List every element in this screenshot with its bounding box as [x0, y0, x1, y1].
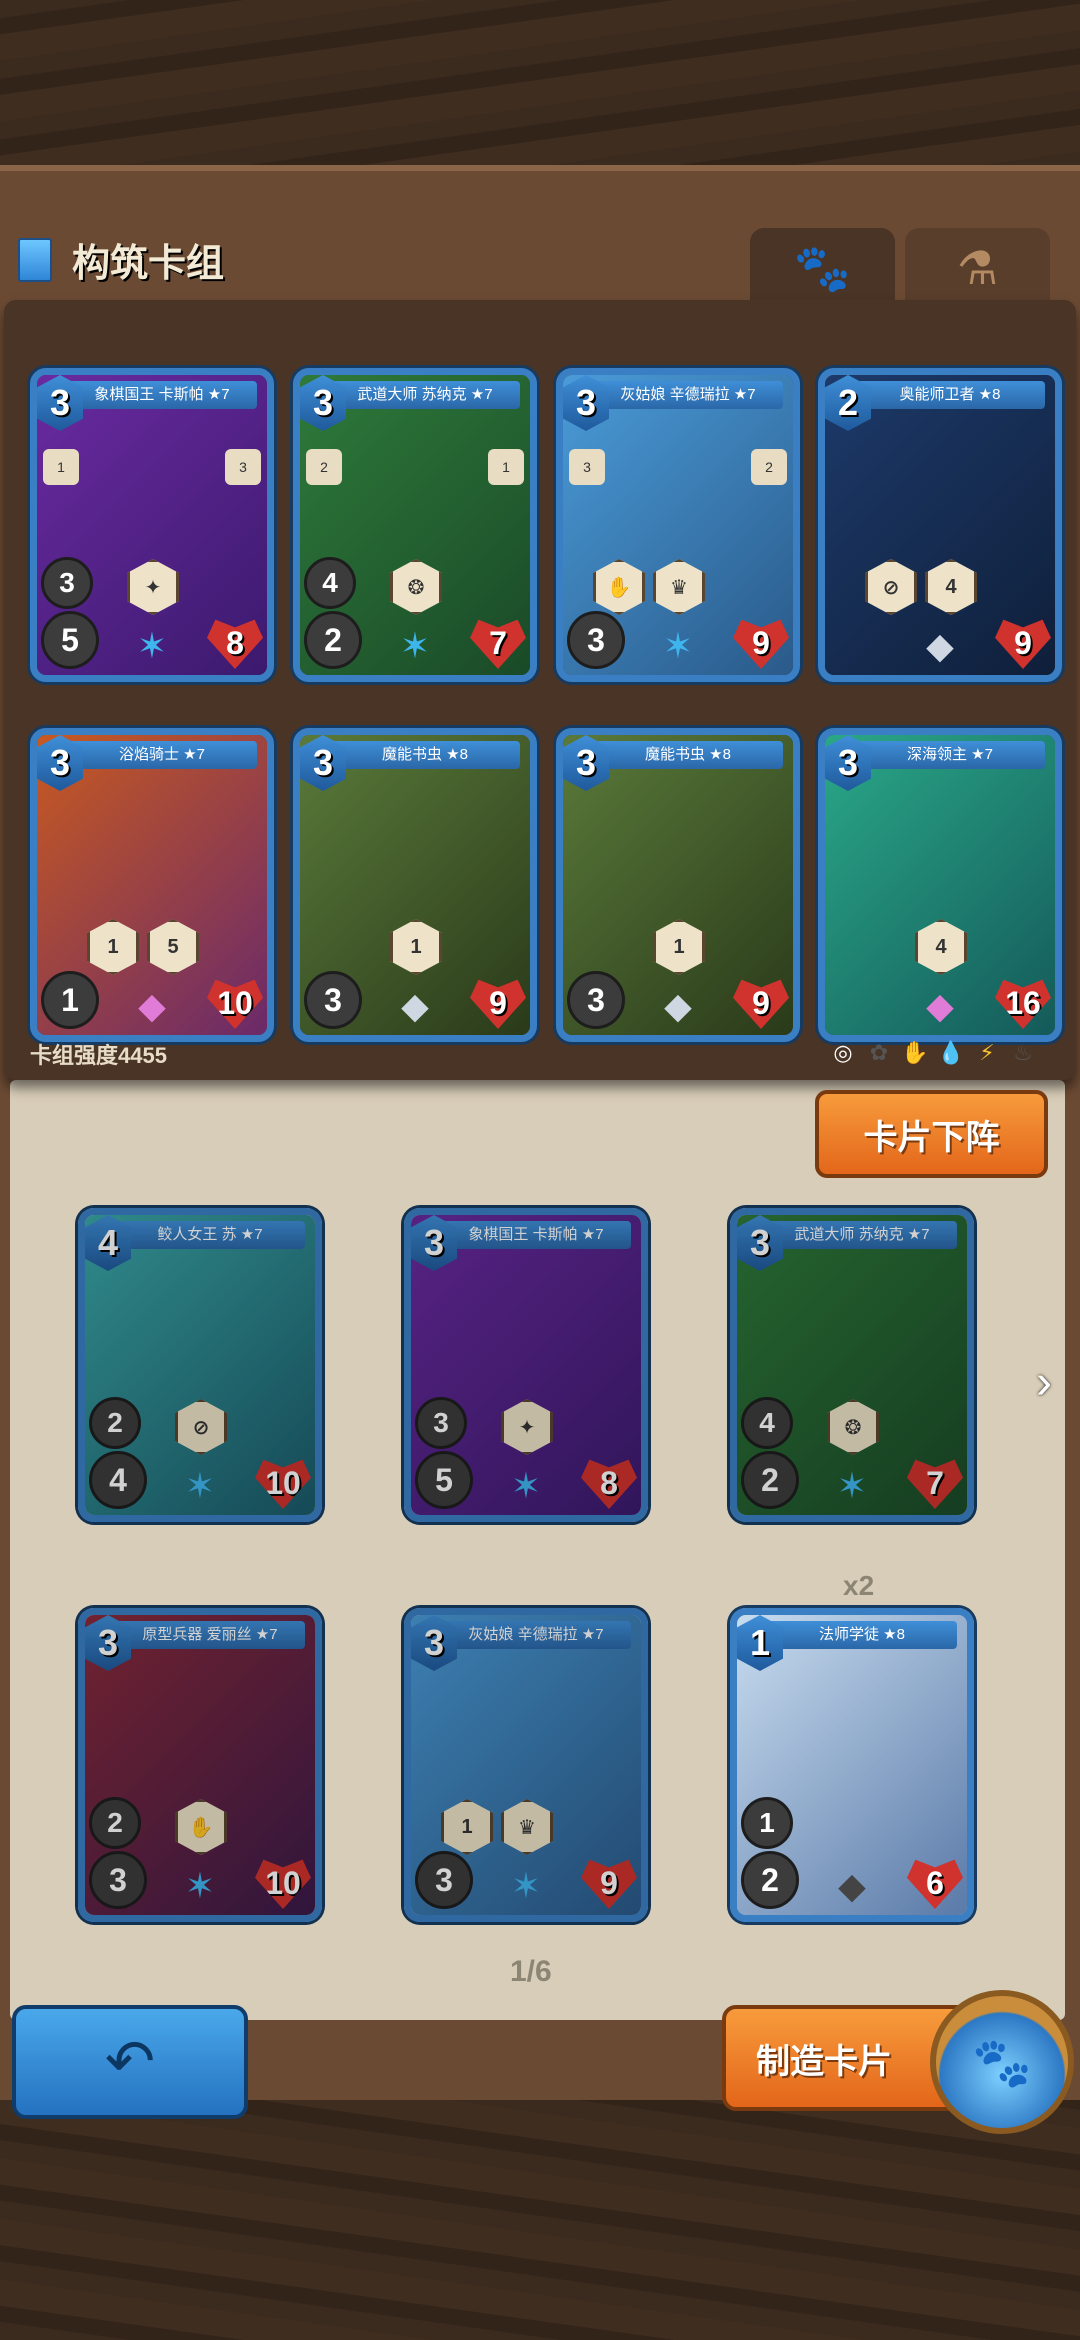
deck-card[interactable]: 灰姑娘 辛德瑞拉 ★7 3 3 2 ✋ ♛ 3 ✶ 9	[556, 368, 800, 682]
gem-icon: ◆	[401, 985, 429, 1026]
hand-element-icon[interactable]: ✋	[901, 1040, 928, 1066]
collection-card[interactable]: 鲛人女王 苏 ★7 4 2 ⊘ 4 ✶ 10	[78, 1208, 322, 1522]
deck-card[interactable]: 浴焰骑士 ★7 3 1 5 1 ◆ 10	[30, 728, 274, 1042]
all-elements-icon[interactable]: ◎	[830, 1040, 856, 1066]
potion-flask-icon: ⚗	[956, 242, 999, 294]
gem-icon: ◆	[664, 985, 692, 1026]
book-icon	[18, 238, 52, 282]
paw-icon: 🐾	[793, 241, 852, 294]
collection-card[interactable]: 象棋国王 卡斯帕 ★7 3 3 ✦ 5 ✶ 8	[404, 1208, 648, 1522]
gem-icon: ◆	[838, 1865, 866, 1906]
remove-card-button[interactable]: 卡片下阵	[815, 1090, 1048, 1178]
star-icon: ✶	[184, 1465, 216, 1506]
collection-card[interactable]: 原型兵器 爱丽丝 ★7 3 2 ✋ 3 ✶ 10	[78, 1608, 322, 1922]
star-icon: ✶	[662, 625, 694, 666]
rainbow-gem-icon: ◆	[926, 985, 954, 1026]
gem-icon: ◆	[926, 625, 954, 666]
deck-card[interactable]: 魔能书虫 ★8 3 1 3 ◆ 9	[556, 728, 800, 1042]
collection-card[interactable]: 法师学徒 ★8 1 1 2 ◆ 6	[730, 1608, 974, 1922]
star-icon: ✶	[510, 1865, 542, 1906]
page-indicator: 1/6	[510, 1955, 552, 1988]
back-arrow-icon: ↶	[104, 2028, 156, 2095]
star-icon: ✶	[399, 625, 431, 666]
star-icon: ✶	[136, 625, 168, 666]
next-page-arrow-icon[interactable]: ›	[1036, 1355, 1052, 1410]
water-element-icon[interactable]: 💧	[937, 1040, 964, 1066]
tab-pets[interactable]: 🐾	[750, 228, 895, 308]
star-icon: ✶	[184, 1865, 216, 1906]
deck-card[interactable]: 象棋国王 卡斯帕 ★7 3 1 3 3 ✦ 5 ✶ 8	[30, 368, 274, 682]
paw-potion-icon[interactable]: 🐾	[930, 1990, 1074, 2134]
tab-potions[interactable]: ⚗	[905, 228, 1050, 308]
page-title: 构筑卡组	[72, 243, 225, 285]
wood-header-bg	[0, 0, 1080, 175]
deck-card[interactable]: 奥能师卫者 ★8 2 ⊘ 4 ◆ 9	[818, 368, 1062, 682]
element-filter: ◎ ✿ ✋ 💧 ⚡ ♨	[830, 1040, 1036, 1066]
collection-card[interactable]: 灰姑娘 辛德瑞拉 ★7 3 1 ♛ 3 ✶ 9	[404, 1608, 648, 1922]
deck-card[interactable]: 武道大师 苏纳克 ★7 3 2 1 4 ❂ 2 ✶ 7	[293, 368, 537, 682]
back-button[interactable]: ↶	[12, 2005, 248, 2119]
deck-card[interactable]: 深海领主 ★7 3 4 ◆ 16	[818, 728, 1062, 1042]
beast-element-icon[interactable]: ✿	[866, 1040, 892, 1066]
lightning-element-icon[interactable]: ⚡	[974, 1040, 1000, 1066]
star-icon: ✶	[510, 1465, 542, 1506]
rainbow-gem-icon: ◆	[138, 985, 166, 1026]
card-count-badge: x2	[843, 1570, 875, 1601]
deck-strength: 卡组强度4455	[30, 1043, 167, 1068]
collection-card[interactable]: 武道大师 苏纳克 ★7 3 4 ❂ 2 ✶ 7	[730, 1208, 974, 1522]
deck-card[interactable]: 魔能书虫 ★8 3 1 3 ◆ 9	[293, 728, 537, 1042]
star-icon: ✶	[836, 1465, 868, 1506]
wood-footer-bg	[0, 2100, 1080, 2340]
fire-element-icon[interactable]: ♨	[1010, 1040, 1036, 1066]
